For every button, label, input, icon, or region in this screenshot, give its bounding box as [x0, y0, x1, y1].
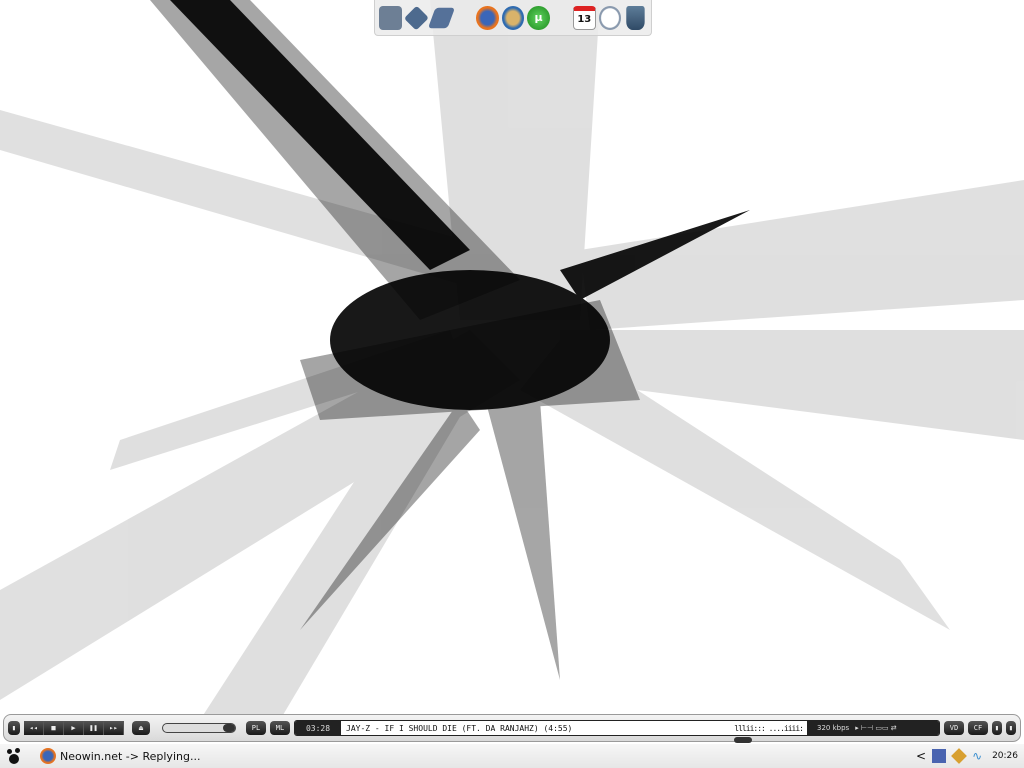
utorrent-icon[interactable]: µ — [527, 5, 550, 30]
media-library-button[interactable]: ML — [270, 721, 290, 735]
elapsed-time: 03:28 — [295, 721, 341, 735]
connection-icon[interactable]: ∿ — [972, 749, 986, 763]
config-button[interactable]: CF — [968, 721, 988, 735]
my-computer-icon[interactable] — [379, 5, 402, 30]
system-tray: < ∿ 20:26 — [916, 744, 1018, 768]
video-button[interactable]: VD — [944, 721, 964, 735]
tray-expand-icon[interactable]: < — [916, 749, 926, 763]
track-display: 03:28 JAY-Z - IF I SHOULD DIE (FT. DA RA… — [294, 720, 940, 736]
visualizer: lllii::: ....iiii: — [734, 723, 804, 733]
start-menu-icon[interactable] — [6, 748, 22, 764]
previous-button[interactable]: ◂◂ — [24, 721, 44, 735]
track-title: JAY-Z - IF I SHOULD DIE (FT. DA RANJAHZ)… — [346, 723, 573, 733]
play-button[interactable]: ▶ — [64, 721, 84, 735]
media-player-bar: ▮ ◂◂ ■ ▶ ❚❚ ▸▸ ⏏ PL ML 03:28 JAY-Z - IF … — [3, 714, 1021, 743]
clock: 20:26 — [992, 751, 1018, 761]
taskbar-item-firefox[interactable]: Neowin.net -> Replying... — [40, 748, 200, 764]
pause-button[interactable]: ❚❚ — [84, 721, 104, 735]
volume-slider[interactable] — [162, 723, 236, 733]
application-dock: µ 13 — [374, 0, 652, 36]
drive2-icon[interactable] — [428, 7, 455, 28]
drive-icon[interactable] — [403, 5, 429, 30]
close-button[interactable]: ▮ — [1006, 721, 1016, 735]
desktop-wallpaper — [0, 0, 1024, 720]
transport-controls: ◂◂ ■ ▶ ❚❚ ▸▸ — [24, 721, 124, 735]
calendar-day: 13 — [577, 14, 592, 25]
recycle-bin-icon[interactable] — [626, 5, 645, 30]
next-button[interactable]: ▸▸ — [104, 721, 124, 735]
firefox-icon — [40, 748, 56, 764]
minimize-button[interactable]: ▮ — [992, 721, 1002, 735]
task-label: Neowin.net -> Replying... — [60, 749, 201, 763]
network-icon[interactable] — [932, 749, 947, 763]
shuffle-repeat-icons[interactable]: ▸ ⊢⊣ ▭▭ ⇄ — [855, 724, 896, 732]
utorrent-glyph: µ — [534, 11, 543, 24]
clock-icon[interactable] — [598, 5, 622, 30]
eject-button[interactable]: ⏏ — [132, 721, 150, 735]
stop-button[interactable]: ■ — [44, 721, 64, 735]
taskbar: Neowin.net -> Replying... < ∿ 20:26 — [0, 744, 1024, 768]
bitrate: 320 kbps — [817, 724, 850, 732]
seek-handle[interactable] — [734, 737, 752, 743]
playlist-button[interactable]: PL — [246, 721, 266, 735]
pencil-icon[interactable] — [951, 748, 967, 764]
calendar-icon[interactable]: 13 — [572, 5, 596, 30]
volume-knob[interactable] — [223, 724, 235, 732]
thunderbird-icon[interactable] — [501, 5, 525, 30]
firefox-icon[interactable] — [475, 5, 499, 30]
menu-button[interactable]: ▮ — [8, 721, 20, 735]
